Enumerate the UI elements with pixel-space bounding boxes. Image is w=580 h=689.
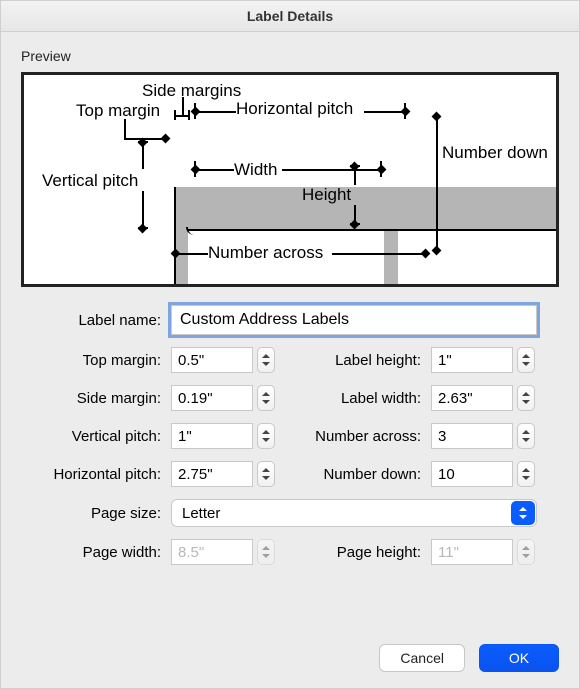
label-height-stepper[interactable] [517,347,535,373]
horizontal-pitch-input[interactable] [171,461,253,487]
vertical-pitch-input[interactable] [171,423,253,449]
page-height-input [431,539,513,565]
ok-button[interactable]: OK [479,644,559,672]
select-chevrons-icon[interactable] [511,501,535,525]
horizontal-pitch-stepper[interactable] [257,461,275,487]
label-name-label: Label name: [21,312,171,329]
number-down-stepper[interactable] [517,461,535,487]
ann-top-margin: Top margin [76,101,160,121]
number-across-stepper[interactable] [517,423,535,449]
label-width-label: Label width: [313,390,431,407]
number-across-label: Number across: [313,428,431,445]
vertical-pitch-stepper[interactable] [257,423,275,449]
cancel-button[interactable]: Cancel [379,644,465,672]
page-size-value: Letter [182,505,220,522]
label-name-input[interactable] [171,305,537,335]
page-height-stepper [517,539,535,565]
page-size-select[interactable]: Letter [171,499,537,527]
top-margin-stepper[interactable] [257,347,275,373]
label-details-dialog: Label Details Preview Side margins Top m… [0,0,580,689]
label-preview-diagram: Side margins Top margin Horizontal pitch… [21,72,559,287]
number-down-input[interactable] [431,461,513,487]
ann-number-down: Number down [442,143,548,163]
ann-side-margins: Side margins [142,81,241,101]
number-across-input[interactable] [431,423,513,449]
ann-width: Width [234,160,277,180]
dialog-footer: Cancel OK [379,644,559,672]
page-width-stepper [257,539,275,565]
page-width-label: Page width: [21,544,171,561]
dialog-title: Label Details [1,1,579,32]
vertical-pitch-label: Vertical pitch: [21,428,171,445]
side-margin-stepper[interactable] [257,385,275,411]
page-size-label: Page size: [21,505,171,522]
top-margin-label: Top margin: [21,352,171,369]
page-height-label: Page height: [313,544,431,561]
label-form: Label name: Top margin: Label height: Si… [21,305,559,565]
page-width-input [171,539,253,565]
ann-horizontal-pitch: Horizontal pitch [236,99,353,119]
ann-vertical-pitch: Vertical pitch [42,171,138,191]
side-margin-input[interactable] [171,385,253,411]
label-width-stepper[interactable] [517,385,535,411]
label-height-label: Label height: [313,352,431,369]
number-down-label: Number down: [313,466,431,483]
label-height-input[interactable] [431,347,513,373]
horizontal-pitch-label: Horizontal pitch: [21,466,171,483]
side-margin-label: Side margin: [21,390,171,407]
preview-heading: Preview [21,48,559,64]
label-width-input[interactable] [431,385,513,411]
ann-height: Height [302,185,351,205]
ann-number-across: Number across [208,243,323,263]
top-margin-input[interactable] [171,347,253,373]
